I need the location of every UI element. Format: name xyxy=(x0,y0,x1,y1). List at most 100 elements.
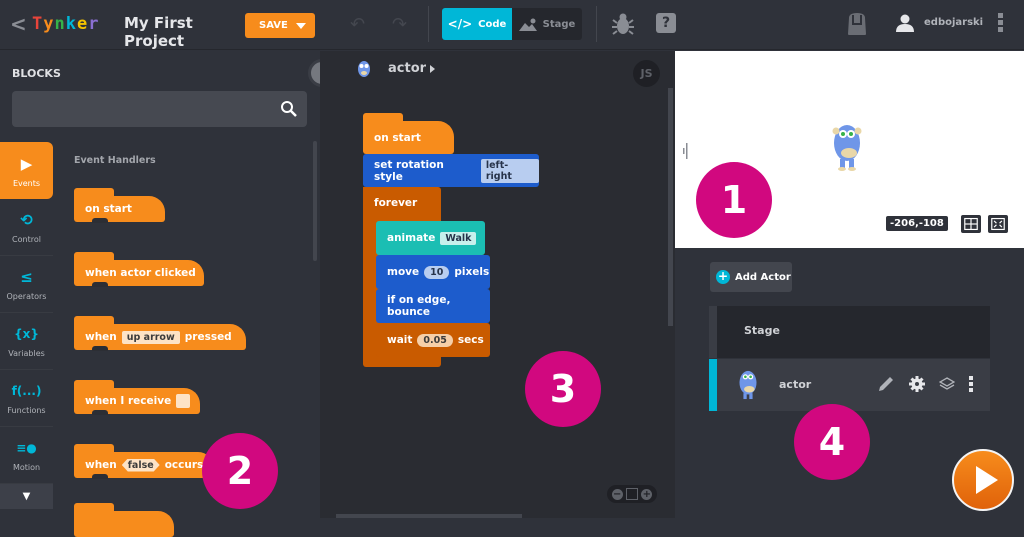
search-icon[interactable] xyxy=(280,100,297,117)
logo-letter: r xyxy=(88,14,100,34)
pencil-edit-icon[interactable] xyxy=(877,375,895,393)
zoom-reset-icon[interactable] xyxy=(625,488,638,500)
annotation-badge: 3 xyxy=(525,351,601,427)
block-text: wait xyxy=(387,334,413,346)
annotation-badge: 4 xyxy=(794,404,870,480)
help-icon[interactable]: ? xyxy=(656,13,676,33)
block-when-occurs[interactable]: when false occurs xyxy=(74,444,214,479)
bug-debug-icon[interactable] xyxy=(612,12,634,36)
block-when-key-pressed[interactable]: when up arrow pressed xyxy=(74,316,246,351)
workspace-scrollbar-horizontal[interactable] xyxy=(336,514,522,518)
condition-slot[interactable]: false xyxy=(122,459,160,472)
actor-sprite[interactable] xyxy=(831,119,863,171)
fullscreen-icon[interactable] xyxy=(988,215,1008,233)
script-on-start[interactable]: on start xyxy=(363,113,454,154)
caret-right-icon[interactable] xyxy=(430,65,435,73)
logo-letter: e xyxy=(77,14,89,34)
stage-label: Stage xyxy=(744,324,780,337)
block-when-i-receive[interactable]: when I receive xyxy=(74,380,200,415)
category-events[interactable]: ▶ Events xyxy=(0,142,53,199)
stage-list-item[interactable]: Stage xyxy=(709,306,990,358)
chevron-down-icon: ▼ xyxy=(22,491,31,502)
actor-actions xyxy=(877,375,973,393)
rotation-style-dropdown[interactable]: left-right xyxy=(480,158,539,183)
actor-name: actor xyxy=(779,378,812,391)
category-label: Variables xyxy=(8,349,45,358)
tynker-logo[interactable]: Tynker xyxy=(32,14,100,34)
script-if-on-edge-bounce[interactable]: if on edge, bounce xyxy=(376,289,490,323)
actor-list-item[interactable]: actor xyxy=(709,359,990,411)
current-actor-name[interactable]: actor xyxy=(388,61,426,76)
block-text: when I receive xyxy=(85,395,172,407)
block-text: forever xyxy=(374,197,418,209)
layers-icon[interactable] xyxy=(939,376,955,392)
category-label: Events xyxy=(12,178,41,188)
username-link[interactable]: edbojarski xyxy=(924,17,983,28)
annotation-badge: 1 xyxy=(696,162,772,238)
add-actor-button[interactable]: + Add Actor xyxy=(710,262,792,292)
block-on-start[interactable]: on start xyxy=(74,188,165,223)
blocks-heading: BLOCKS xyxy=(12,67,61,80)
actor-thumbnail[interactable] xyxy=(356,58,372,80)
category-functions[interactable]: f(...) Functions xyxy=(0,370,53,427)
script-set-rotation-style[interactable]: set rotation style left-right xyxy=(363,154,539,187)
block-partial[interactable] xyxy=(74,503,174,537)
user-icon xyxy=(896,14,914,32)
zoom-in-icon[interactable]: + xyxy=(641,488,653,500)
project-title-input[interactable]: My First Project xyxy=(124,14,234,54)
javascript-toggle[interactable]: JS xyxy=(633,60,660,87)
script-animate[interactable]: animate Walk xyxy=(376,221,485,255)
block-text: pixels xyxy=(454,266,490,278)
category-control[interactable]: ⟲ Control xyxy=(0,199,53,256)
more-menu-icon[interactable] xyxy=(998,13,1004,34)
sound-level-icon[interactable] xyxy=(683,143,689,159)
logo-letter: T xyxy=(32,14,44,34)
logo-letter: n xyxy=(54,14,66,34)
tab-stage[interactable]: Stage xyxy=(512,8,582,40)
category-variables[interactable]: {x} Variables xyxy=(0,313,53,370)
zoom-out-icon[interactable]: − xyxy=(611,488,623,500)
more-categories-button[interactable]: ▼ xyxy=(0,484,53,509)
motion-icon: ≡● xyxy=(16,441,37,455)
message-slot[interactable] xyxy=(176,394,191,408)
script-move[interactable]: move 10 pixels xyxy=(376,255,490,289)
play-icon: ▶ xyxy=(20,154,33,173)
play-icon xyxy=(976,466,998,494)
category-label: Functions xyxy=(7,406,46,415)
save-label: SAVE xyxy=(259,20,288,31)
category-operators[interactable]: ≤ Operators xyxy=(0,256,53,313)
run-play-button[interactable] xyxy=(952,449,1014,511)
tab-code[interactable]: </> Code xyxy=(442,8,512,40)
gear-icon[interactable] xyxy=(909,376,925,392)
script-wait[interactable]: wait 0.05 secs xyxy=(376,323,490,357)
palette-scrollbar[interactable] xyxy=(313,141,317,261)
block-text: pressed xyxy=(184,331,232,343)
zoom-controls: − + xyxy=(607,485,657,503)
undo-icon[interactable]: ↶ xyxy=(350,14,365,35)
move-steps-input[interactable]: 10 xyxy=(424,265,450,279)
back-chevron-icon[interactable]: < xyxy=(10,12,27,36)
backpack-icon[interactable] xyxy=(846,12,868,36)
block-text: occurs xyxy=(164,459,204,471)
save-dropdown-caret-icon[interactable] xyxy=(296,23,306,29)
actor-more-icon[interactable] xyxy=(969,376,973,392)
block-when-actor-clicked[interactable]: when actor clicked xyxy=(74,252,204,287)
view-toggle: </> Code Stage xyxy=(442,8,582,40)
tab-stage-label: Stage xyxy=(542,18,576,30)
workspace-scrollbar-vertical[interactable] xyxy=(668,88,673,326)
code-workspace: actor JS on start set rotation style lef… xyxy=(320,51,675,518)
code-icon: </> xyxy=(447,17,473,31)
save-button[interactable]: SAVE xyxy=(245,13,315,38)
variable-icon: {x} xyxy=(14,327,39,341)
category-motion[interactable]: ≡● Motion xyxy=(0,427,53,484)
animation-dropdown[interactable]: Walk xyxy=(440,231,477,245)
section-title: Event Handlers xyxy=(74,155,156,166)
wait-seconds-input[interactable]: 0.05 xyxy=(417,333,453,347)
key-dropdown[interactable]: up arrow xyxy=(121,330,180,344)
grid-toggle-icon[interactable] xyxy=(961,215,981,233)
loop-icon: ⟲ xyxy=(20,211,33,229)
blocks-search-input[interactable] xyxy=(12,91,307,127)
block-text: animate xyxy=(387,232,436,244)
mouse-coordinates: -206,-108 xyxy=(886,216,948,231)
redo-icon[interactable]: ↷ xyxy=(392,14,407,35)
